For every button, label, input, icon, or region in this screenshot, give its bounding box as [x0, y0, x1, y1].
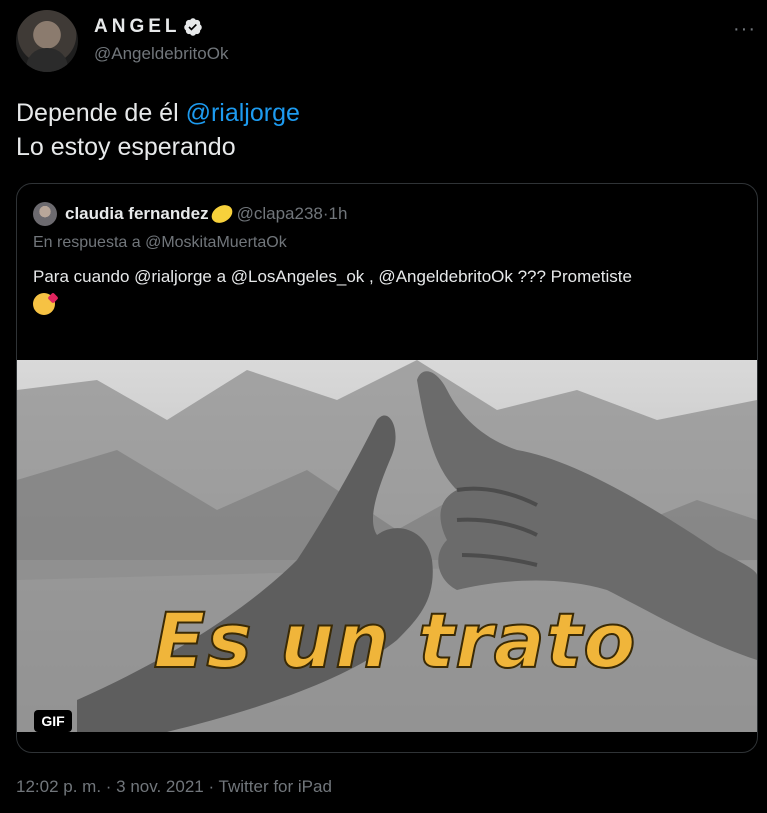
- quoted-time: 1h: [328, 204, 348, 223]
- quoted-author-name: claudia fernandez: [65, 204, 209, 223]
- quoted-tweet[interactable]: claudia fernandez @clapa238 · 1h En resp…: [16, 183, 758, 753]
- quoted-author-avatar: [33, 202, 57, 226]
- quoted-tweet-body: Para cuando @rialjorge a @LosAngeles_ok …: [33, 264, 743, 316]
- gif-badge: GIF: [34, 710, 72, 732]
- reply-prefix: En respuesta a: [33, 234, 146, 251]
- tweet-line-1-text: Depende de él: [16, 99, 186, 127]
- author-handle[interactable]: @AngeldebritoOk: [94, 44, 228, 64]
- author-avatar[interactable]: [16, 10, 78, 72]
- tweet-header: ANGEL @AngeldebritoOk ···: [16, 10, 756, 74]
- more-options-icon[interactable]: ···: [733, 18, 756, 41]
- gif-caption: Es un trato: [153, 595, 637, 686]
- gif-media[interactable]: Es un trato: [17, 360, 757, 732]
- quoted-tweet-header: claudia fernandez @clapa238 · 1h: [33, 201, 348, 227]
- reply-context: En respuesta a @MoskitaMuertaOk: [33, 234, 287, 252]
- reply-to-handle[interactable]: @MoskitaMuertaOk: [145, 234, 287, 251]
- tweet-metadata[interactable]: 12:02 p. m. · 3 nov. 2021 · Twitter for …: [16, 777, 332, 797]
- author-name[interactable]: ANGEL: [94, 16, 181, 38]
- kiss-face-emoji-icon: [33, 292, 55, 315]
- quoted-author-handle: @clapa238: [236, 204, 323, 223]
- author-name-row: ANGEL: [94, 16, 203, 38]
- tweet-line-2: Lo estoy esperando: [16, 133, 236, 161]
- mention-link[interactable]: @rialjorge: [186, 99, 300, 127]
- lemon-emoji-icon: [208, 201, 236, 227]
- tweet-text: Depende de él @rialjorge Lo estoy espera…: [16, 96, 300, 164]
- quoted-body-text: Para cuando @rialjorge a @LosAngeles_ok …: [33, 267, 632, 286]
- verified-badge-icon: [183, 18, 202, 36]
- tweet-line-1: Depende de él @rialjorge: [16, 96, 300, 130]
